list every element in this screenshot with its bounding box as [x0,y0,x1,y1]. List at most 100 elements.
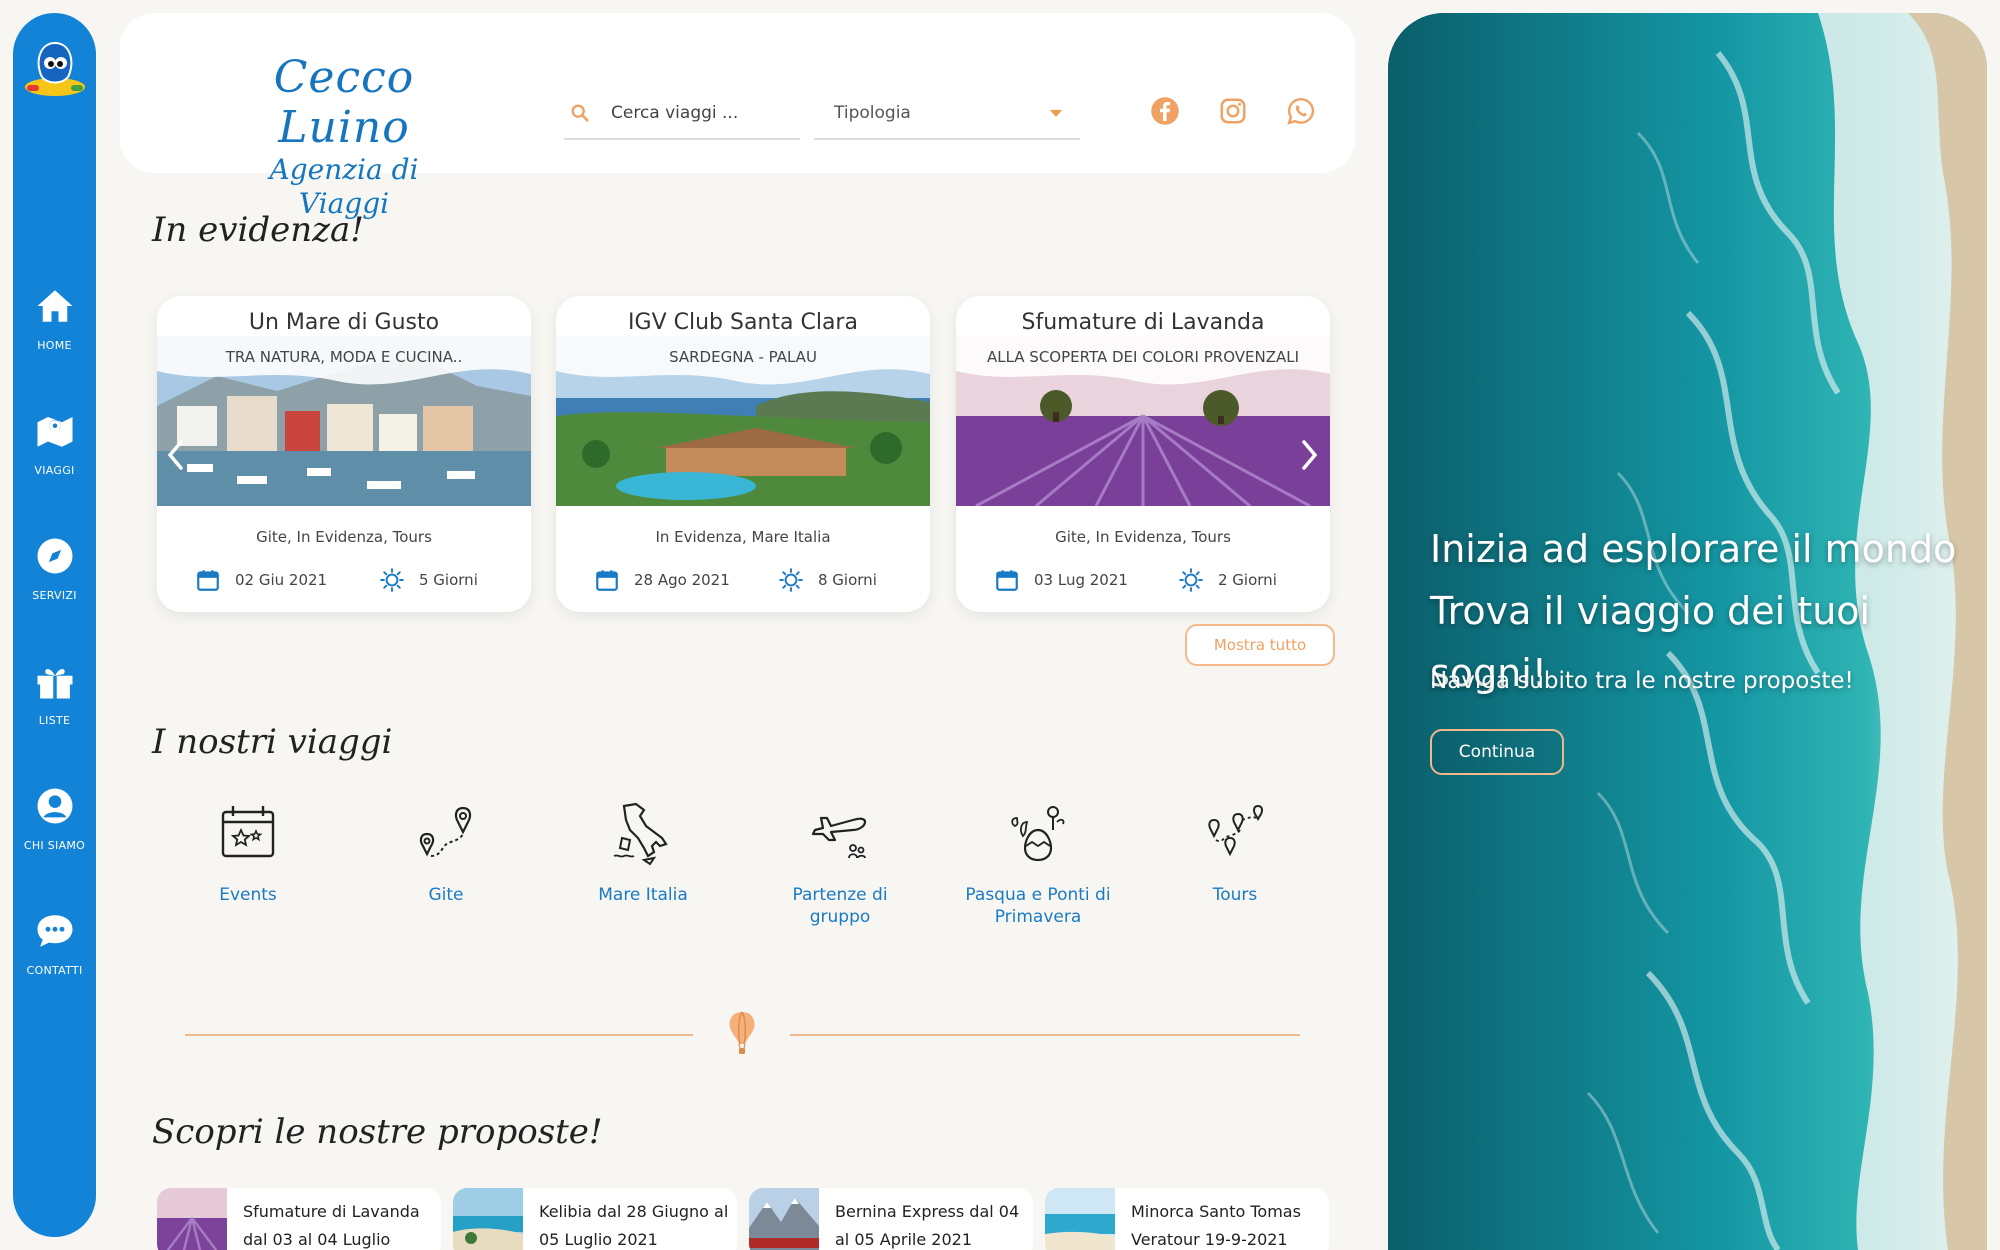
carousel-next-icon[interactable] [1297,438,1321,472]
card-date: 03 Lug 2021 [994,566,1128,594]
hero-heading-line1: Inizia ad esplorare il mondo [1430,527,1957,571]
brand-name: Cecco Luino [273,52,415,153]
featured-title: In evidenza! [152,210,364,250]
hero-panel: Inizia ad esplorare il mondo Trova il vi… [1388,13,1987,1250]
easter-egg-icon [1011,806,1065,862]
italy-map-icon [613,802,668,866]
route-pins-icon [419,806,472,857]
proposal-text: Bernina Express dal 04 al 05 Aprile 2021 [835,1202,1020,1249]
nav-label: LISTE [38,714,71,727]
proposal-thumbnail [453,1188,523,1250]
airplane-icon [811,816,867,859]
nav-label: SERVIZI [32,589,77,602]
calendar-icon [596,570,618,591]
search-icon [571,104,589,122]
nav-home[interactable]: HOME [13,285,96,385]
featured-card[interactable]: Un Mare di Gusto TRA NATURA, MODA E CUCI… [157,296,531,612]
card-tags: Gite, In Evidenza, Tours [1055,528,1231,546]
card-title: Sfumature di Lavanda [1021,310,1265,335]
featured-card[interactable]: Sfumature di Lavanda ALLA SCOPERTA DEI C… [956,296,1330,612]
sun-icon [380,568,404,592]
hero-subtitle: Naviga subito tra le nostre proposte! [1430,668,1854,694]
nav-label: CONTATTI [26,964,83,977]
category-events[interactable]: Events [168,800,328,906]
proposal-thumbnail [1045,1188,1115,1250]
tour-route-icon [1208,804,1263,857]
category-label: Pasqua e Ponti di Primavera [965,885,1111,927]
carousel-prev-icon[interactable] [164,438,188,472]
nav-viaggi[interactable]: VIAGGI [13,410,96,510]
nav-label: CHI SIAMO [23,839,86,852]
calendar-icon [996,570,1018,591]
card-date: 28 Ago 2021 [594,566,730,594]
card-duration: 8 Giorni [778,566,877,594]
search-input[interactable] [611,103,791,123]
card-tags: In Evidenza, Mare Italia [655,528,831,546]
card-duration: 5 Giorni [379,566,478,594]
hot-air-balloon-icon [729,1011,755,1054]
category-partenze-di-gruppo[interactable]: Partenze di gruppo [760,800,920,928]
nav-chi-siamo[interactable]: CHI SIAMO [13,785,96,885]
category-label: Mare Italia [598,885,688,905]
category-label: Events [219,885,277,905]
type-select[interactable]: Tipologia [814,88,1080,140]
proposal-text: Minorca Santo Tomas Veratour 19-9-2021 [1131,1202,1301,1249]
sun-icon [1179,568,1203,592]
brand-logo[interactable]: Cecco Luino Agenzia di Viaggi [224,53,464,221]
card-duration-text: 2 Giorni [1218,571,1277,589]
proposal-item[interactable]: Minorca Santo Tomas Veratour 19-9-2021 [1045,1188,1329,1250]
compass-icon [37,538,72,574]
proposal-item[interactable]: Bernina Express dal 04 al 05 Aprile 2021 [749,1188,1033,1250]
continue-button[interactable]: Continua [1430,729,1564,775]
chevron-down-icon [1050,109,1062,117]
proposal-thumbnail [157,1188,227,1250]
card-title: IGV Club Santa Clara [628,310,858,335]
nav-servizi[interactable]: SERVIZI [13,535,96,635]
gift-icon [37,668,72,699]
divider-line-right [790,1034,1300,1036]
header: Cecco Luino Agenzia di Viaggi Tipologia [120,13,1355,220]
proposal-text: Sfumature di Lavanda dal 03 al 04 Luglio… [243,1202,420,1249]
card-tags: Gite, In Evidenza, Tours [256,528,432,546]
card-duration-text: 8 Giorni [818,571,877,589]
proposal-item[interactable]: Sfumature di Lavanda dal 03 al 04 Luglio… [157,1188,441,1250]
featured-card[interactable]: IGV Club Santa Clara SARDEGNA - PALAU In… [556,296,930,612]
nav-liste[interactable]: LISTE [13,660,96,760]
nav-label: HOME [37,339,72,352]
card-duration-text: 5 Giorni [419,571,478,589]
category-mare-italia[interactable]: Mare Italia [563,800,723,906]
show-all-button[interactable]: Mostra tutto [1185,624,1335,666]
nav-label: VIAGGI [34,464,75,477]
card-date-text: 28 Ago 2021 [634,571,730,589]
nav-contatti[interactable]: CONTATTI [13,910,96,1010]
category-label: Partenze di gruppo [792,885,888,927]
whatsapp-icon[interactable] [1286,96,1316,126]
category-tours[interactable]: Tours [1155,800,1315,906]
home-icon [37,290,72,322]
category-pasqua[interactable]: Pasqua e Ponti di Primavera [958,800,1118,928]
facebook-icon[interactable] [1150,96,1180,126]
card-date-text: 02 Giu 2021 [235,571,328,589]
calendar-icon [197,570,219,591]
search-box [564,88,800,140]
mascot-logo-icon[interactable] [19,35,91,107]
card-duration: 2 Giorni [1178,566,1277,594]
card-date-text: 03 Lug 2021 [1034,571,1128,589]
proposal-thumbnail [749,1188,819,1250]
category-label: Gite [428,885,464,905]
map-icon [37,417,72,447]
proposal-text: Kelibia dal 28 Giugno al 05 Luglio 2021 [539,1202,729,1249]
chat-icon [37,915,72,947]
type-select-value: Tipologia [834,103,911,123]
category-gite[interactable]: Gite [366,800,526,906]
user-icon [37,788,72,824]
calendar-star-icon [221,806,275,858]
proposal-item[interactable]: Kelibia dal 28 Giugno al 05 Luglio 2021 [453,1188,737,1250]
instagram-icon[interactable] [1218,96,1248,126]
trips-title: I nostri viaggi [152,722,393,762]
sidebar: HOME VIAGGI SERVIZI LISTE CHI SIAMO CONT… [13,13,96,1237]
card-date: 02 Giu 2021 [195,566,327,594]
sun-icon [779,568,803,592]
card-subtitle: SARDEGNA - PALAU [669,348,817,366]
category-label: Tours [1212,885,1258,905]
